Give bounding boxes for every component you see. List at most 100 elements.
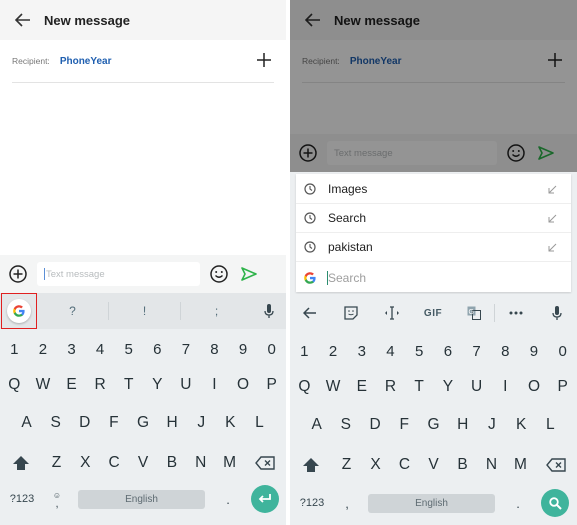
letter-key[interactable]: T	[114, 376, 143, 394]
symbols-key[interactable]: ?123	[290, 497, 334, 509]
google-button[interactable]	[1, 293, 37, 329]
mic-button[interactable]	[252, 303, 286, 319]
history-item[interactable]: Search	[296, 204, 571, 233]
search-key[interactable]	[541, 489, 569, 517]
translate-button[interactable]: G	[453, 306, 494, 320]
letter-key[interactable]: I	[200, 376, 229, 394]
dim-overlay[interactable]	[290, 0, 577, 172]
google-search-input[interactable]: Search	[296, 263, 571, 292]
letter-key[interactable]: U	[462, 378, 491, 396]
arrow-insert-icon[interactable]	[548, 214, 557, 223]
number-key[interactable]: 0	[257, 341, 286, 358]
comma-key[interactable]: ,	[334, 496, 360, 511]
message-input[interactable]: Text message	[37, 262, 200, 286]
suggestion-item[interactable]: ;	[181, 304, 252, 318]
letter-key[interactable]: H	[158, 414, 187, 432]
period-key[interactable]: .	[495, 496, 541, 511]
letter-key[interactable]: I	[491, 378, 520, 396]
number-key[interactable]: 8	[491, 343, 520, 360]
letter-key[interactable]: E	[57, 376, 86, 394]
letter-key[interactable]: Q	[290, 378, 319, 396]
history-item[interactable]: Images	[296, 175, 571, 204]
comma-key[interactable]: ☺,	[44, 491, 70, 509]
letter-key[interactable]: Y	[143, 376, 172, 394]
letter-key[interactable]: K	[507, 416, 536, 434]
letter-key[interactable]: R	[376, 378, 405, 396]
number-key[interactable]: 2	[319, 343, 348, 360]
number-key[interactable]: 1	[0, 341, 29, 358]
enter-key[interactable]	[251, 485, 279, 513]
number-key[interactable]: 6	[434, 343, 463, 360]
letter-key[interactable]: G	[419, 416, 448, 434]
letter-key[interactable]: L	[245, 414, 274, 432]
shift-key[interactable]	[290, 458, 332, 472]
number-key[interactable]: 9	[520, 343, 549, 360]
number-key[interactable]: 2	[29, 341, 58, 358]
letter-key[interactable]: G	[128, 414, 157, 432]
symbols-key[interactable]: ?123	[0, 493, 44, 505]
letter-key[interactable]: R	[86, 376, 115, 394]
letter-key[interactable]: Q	[0, 376, 29, 394]
letter-key[interactable]: K	[216, 414, 245, 432]
letter-key[interactable]: J	[187, 414, 216, 432]
letter-key[interactable]: D	[360, 416, 389, 434]
period-key[interactable]: .	[205, 492, 251, 507]
arrow-insert-icon[interactable]	[548, 185, 557, 194]
gif-button[interactable]: GIF	[413, 308, 454, 319]
letter-key[interactable]: S	[331, 416, 360, 434]
smiley-icon[interactable]	[209, 264, 229, 284]
number-key[interactable]: 3	[347, 343, 376, 360]
letter-key[interactable]: W	[319, 378, 348, 396]
sticker-button[interactable]	[331, 306, 372, 320]
number-key[interactable]: 5	[405, 343, 434, 360]
number-key[interactable]: 1	[290, 343, 319, 360]
letter-key[interactable]: Z	[42, 454, 71, 472]
number-key[interactable]: 7	[172, 341, 201, 358]
letter-key[interactable]: Y	[434, 378, 463, 396]
shift-key[interactable]	[0, 456, 42, 470]
letter-key[interactable]: B	[448, 456, 477, 474]
recipient-row[interactable]: Recipient: PhoneYear	[0, 40, 286, 82]
letter-key[interactable]: H	[448, 416, 477, 434]
letter-key[interactable]: X	[71, 454, 100, 472]
letter-key[interactable]: F	[99, 414, 128, 432]
letter-key[interactable]: J	[477, 416, 506, 434]
letter-key[interactable]: F	[390, 416, 419, 434]
letter-key[interactable]: V	[419, 456, 448, 474]
number-key[interactable]: 4	[376, 343, 405, 360]
letter-key[interactable]: V	[129, 454, 158, 472]
letter-key[interactable]: O	[229, 376, 258, 394]
backspace-key[interactable]	[244, 456, 286, 470]
mic-button[interactable]	[536, 305, 577, 321]
number-key[interactable]: 0	[548, 343, 577, 360]
letter-key[interactable]: M	[215, 454, 244, 472]
letter-key[interactable]: C	[100, 454, 129, 472]
number-key[interactable]: 9	[229, 341, 258, 358]
more-button[interactable]	[495, 311, 536, 315]
letter-key[interactable]: X	[361, 456, 390, 474]
plus-circle-icon[interactable]	[8, 264, 28, 284]
letter-key[interactable]: W	[29, 376, 58, 394]
cursor-control-button[interactable]	[372, 306, 413, 320]
letter-key[interactable]: N	[477, 456, 506, 474]
letter-key[interactable]: E	[347, 378, 376, 396]
number-key[interactable]: 5	[114, 341, 143, 358]
number-key[interactable]: 8	[200, 341, 229, 358]
letter-key[interactable]: O	[520, 378, 549, 396]
recipient-name[interactable]: PhoneYear	[60, 56, 112, 67]
history-item[interactable]: pakistan	[296, 233, 571, 262]
letter-key[interactable]: N	[186, 454, 215, 472]
toolbar-back-button[interactable]	[290, 307, 331, 319]
number-key[interactable]: 3	[57, 341, 86, 358]
letter-key[interactable]: Z	[332, 456, 361, 474]
space-bar[interactable]: English	[78, 489, 205, 509]
letter-key[interactable]: L	[536, 416, 565, 434]
backspace-key[interactable]	[535, 458, 577, 472]
letter-key[interactable]: U	[172, 376, 201, 394]
suggestion-item[interactable]: ?	[37, 304, 108, 318]
arrow-insert-icon[interactable]	[548, 243, 557, 252]
letter-key[interactable]: A	[12, 414, 41, 432]
back-button[interactable]	[14, 11, 32, 29]
letter-key[interactable]: D	[70, 414, 99, 432]
letter-key[interactable]: A	[302, 416, 331, 434]
